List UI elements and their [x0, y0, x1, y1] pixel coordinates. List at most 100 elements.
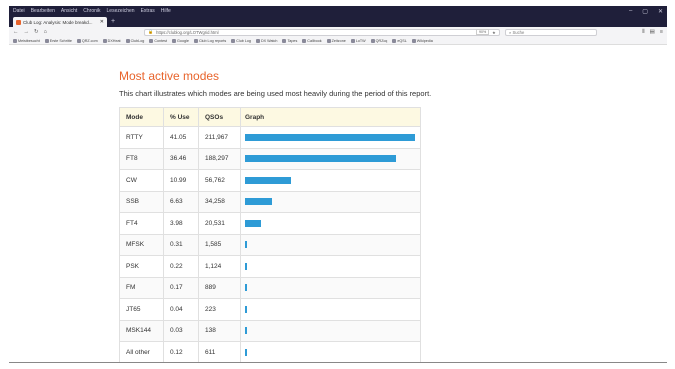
column-header-use: % Use — [163, 107, 199, 127]
bookmark-item[interactable]: Meistbesucht — [13, 38, 40, 43]
usage-bar — [245, 219, 262, 227]
search-placeholder: Suche — [512, 29, 525, 35]
back-icon[interactable]: ← — [13, 29, 19, 35]
tab-strip: Club Log: Analysis: Mode breakd... ✕ + — [9, 16, 667, 27]
use-percent-cell: 0.31 — [163, 233, 199, 256]
mode-cell: MSK144 — [119, 319, 164, 342]
use-percent-cell: 10.99 — [163, 169, 199, 192]
sidebar-icon[interactable]: ▤ — [650, 29, 655, 36]
table-header-row: Mode % Use QSOs Graph — [119, 107, 421, 127]
bookmark-item[interactable]: DXHeat — [102, 38, 121, 43]
bookmark-item[interactable]: Wikipedia — [411, 38, 433, 43]
table-row: PSK 0.22 1,124 — [119, 255, 421, 278]
qso-count-cell: 188,297 — [198, 147, 241, 170]
mode-cell: FM — [119, 276, 164, 299]
table-row: MFSK 0.31 1,585 — [119, 233, 421, 256]
menu-bookmarks[interactable]: Lesezeichen — [107, 8, 135, 14]
bookmark-item[interactable]: Tapes — [282, 38, 297, 43]
library-icon[interactable]: ⫴ — [642, 29, 644, 36]
page-content: Most active modes This chart illustrates… — [9, 45, 667, 363]
mode-cell: MFSK — [119, 233, 164, 256]
bookmark-item[interactable]: Contest — [149, 38, 167, 43]
use-percent-cell: 0.03 — [163, 319, 199, 342]
close-tab-icon[interactable]: ✕ — [100, 19, 104, 25]
bookmark-item[interactable]: Club Log — [231, 38, 251, 43]
menu-hamburger-icon[interactable]: ≡ — [660, 29, 663, 36]
new-tab-button[interactable]: + — [111, 17, 115, 27]
menu-tools[interactable]: Extras — [141, 8, 155, 14]
qso-count-cell: 56,762 — [198, 169, 241, 192]
table-row: MSK144 0.03 138 — [119, 319, 421, 342]
table-row: FT8 36.46 188,297 — [119, 147, 421, 170]
mode-cell: FT4 — [119, 212, 164, 235]
graph-cell — [240, 126, 421, 149]
usage-bar — [245, 348, 247, 356]
browser-tab[interactable]: Club Log: Analysis: Mode breakd... ✕ — [13, 17, 107, 27]
close-window-button[interactable]: ✕ — [658, 8, 663, 15]
favicon-icon — [16, 19, 21, 25]
usage-bar — [245, 155, 396, 163]
usage-bar — [245, 198, 273, 206]
bookmark-item[interactable]: eQSL — [392, 38, 407, 43]
mode-cell: SSB — [119, 190, 164, 213]
mode-cell: RTTY — [119, 126, 164, 149]
usage-bar — [245, 133, 415, 141]
use-percent-cell: 0.12 — [163, 341, 199, 363]
bookmark-item[interactable]: LoTW — [350, 38, 366, 43]
menu-history[interactable]: Chronik — [83, 8, 100, 14]
tab-title: Club Log: Analysis: Mode breakd... — [23, 19, 93, 25]
home-icon[interactable]: ⌂ — [44, 29, 47, 35]
graph-cell — [240, 169, 421, 192]
bookmark-item[interactable]: Erste Schritte — [44, 38, 72, 43]
table-row: FT4 3.98 20,531 — [119, 212, 421, 235]
search-input[interactable]: ⌕ Suche — [504, 28, 597, 36]
modes-table: Mode % Use QSOs Graph RTTY 41.05 211,967 FT… — [119, 107, 421, 363]
page-description: This chart illustrates which modes are b… — [119, 89, 432, 98]
menu-help[interactable]: Hilfe — [161, 8, 171, 14]
menu-view[interactable]: Ansicht — [61, 8, 77, 14]
graph-cell — [240, 341, 421, 363]
graph-cell — [240, 190, 421, 213]
menu-file[interactable]: Datei — [13, 8, 25, 14]
use-percent-cell: 0.22 — [163, 255, 199, 278]
column-header-mode: Mode — [119, 107, 164, 127]
bottom-border — [9, 362, 667, 363]
minimize-button[interactable]: – — [629, 8, 632, 15]
bookmark-item[interactable]: ClubLog — [125, 38, 144, 43]
bookmark-item[interactable]: Club Log reports — [193, 38, 226, 43]
bookmark-item[interactable]: QRZcq — [370, 38, 387, 43]
usage-bar — [245, 327, 247, 335]
bookmark-item[interactable]: Callbook — [302, 38, 322, 43]
zoom-indicator[interactable]: 90% — [475, 29, 490, 35]
column-header-qsos: QSOs — [198, 107, 241, 127]
bookmarks-toolbar: Meistbesucht Erste Schritte QRZ.com DXHe… — [9, 37, 667, 45]
bookmark-item[interactable]: QRZ.com — [76, 38, 98, 43]
table-row: SSB 6.63 34,258 — [119, 190, 421, 213]
graph-cell — [240, 319, 421, 342]
forward-icon[interactable]: → — [24, 29, 30, 35]
navigation-bar: ← → ↻ ⌂ 🔒 https://clublog.org/LOTWgrid.h… — [9, 27, 667, 37]
bookmark-item[interactable]: DX Watch — [255, 38, 277, 43]
reload-icon[interactable]: ↻ — [34, 29, 39, 35]
use-percent-cell: 41.05 — [163, 126, 199, 149]
table-row: RTTY 41.05 211,967 — [119, 126, 421, 149]
bookmark-item[interactable]: Zeitzone — [326, 38, 346, 43]
qso-count-cell: 1,585 — [198, 233, 241, 256]
address-bar[interactable]: 🔒 https://clublog.org/LOTWgrid.html 90% … — [143, 28, 500, 36]
use-percent-cell: 36.46 — [163, 147, 199, 170]
bookmark-item[interactable]: Google — [172, 38, 189, 43]
qso-count-cell: 223 — [198, 298, 241, 321]
qso-count-cell: 20,531 — [198, 212, 241, 235]
maximize-button[interactable]: ▢ — [642, 8, 648, 15]
usage-bar — [245, 305, 247, 313]
mode-cell: All other — [119, 341, 164, 363]
table-row: JT65 0.04 223 — [119, 298, 421, 321]
table-row: CW 10.99 56,762 — [119, 169, 421, 192]
menu-edit[interactable]: Bearbeiten — [31, 8, 55, 14]
bookmark-star-icon[interactable]: ★ — [492, 30, 496, 35]
use-percent-cell: 0.17 — [163, 276, 199, 299]
mode-cell: PSK — [119, 255, 164, 278]
qso-count-cell: 889 — [198, 276, 241, 299]
qso-count-cell: 611 — [198, 341, 241, 363]
usage-bar — [245, 176, 291, 184]
